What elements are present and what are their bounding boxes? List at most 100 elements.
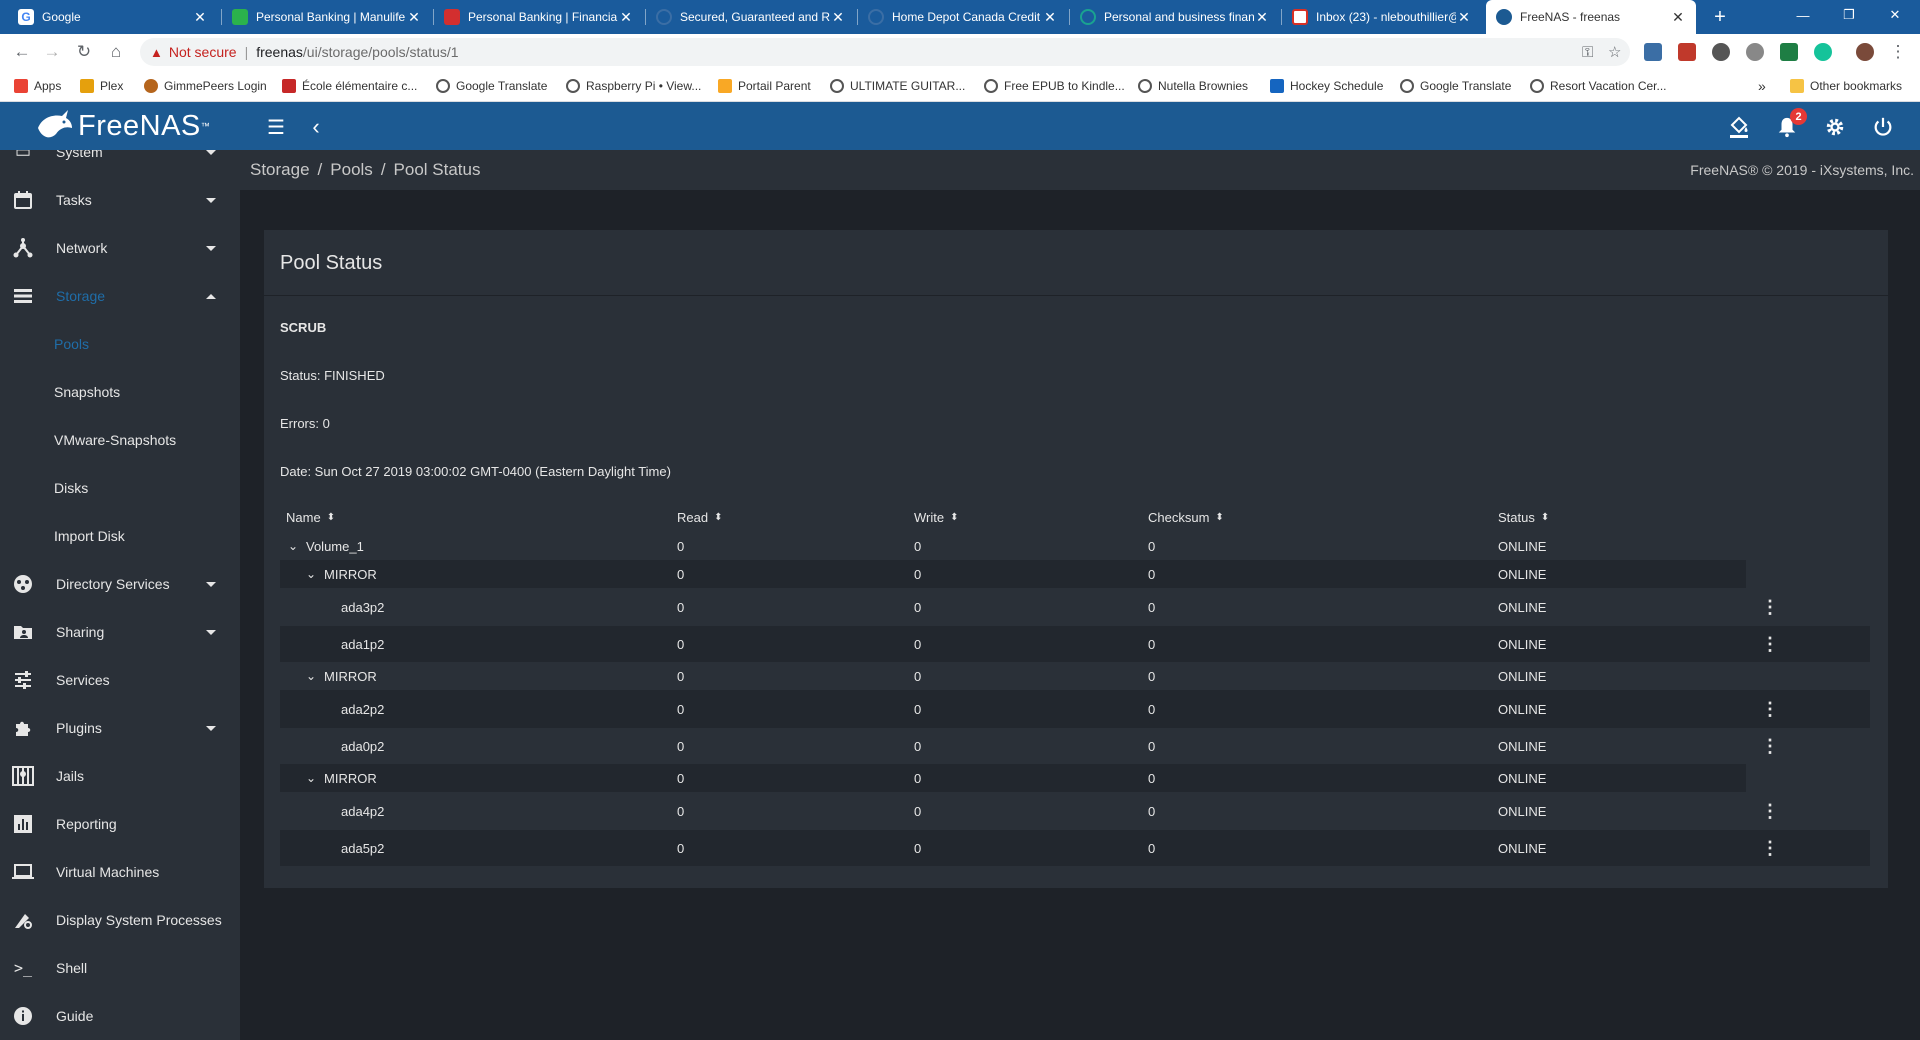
column-header-read[interactable]: Read ⬍ bbox=[677, 510, 722, 525]
sidebar-subitem-vmware-snapshots[interactable]: VMware-Snapshots bbox=[54, 416, 176, 464]
bookmark-apps[interactable]: Apps bbox=[14, 70, 61, 102]
bookmark-item[interactable]: Nutella Brownies bbox=[1138, 70, 1248, 102]
extension-icon[interactable] bbox=[1746, 43, 1764, 61]
column-header-checksum[interactable]: Checksum ⬍ bbox=[1148, 510, 1224, 525]
chevron-down-icon[interactable]: ⌄ bbox=[288, 539, 300, 553]
bookmark-item[interactable]: Google Translate bbox=[436, 70, 547, 102]
column-header-status[interactable]: Status ⬍ bbox=[1498, 510, 1549, 525]
freenas-logo[interactable]: FreeNAS ™ bbox=[34, 106, 210, 146]
more-vert-icon[interactable]: ⋮ bbox=[1760, 626, 1780, 662]
close-icon[interactable]: ✕ bbox=[830, 9, 846, 26]
restore-window-button[interactable]: ❐ bbox=[1826, 0, 1872, 30]
other-bookmarks[interactable]: Other bookmarks bbox=[1790, 70, 1902, 102]
table-row-disk[interactable]: ada3p2 0 0 0 ONLINE ⋮ bbox=[280, 588, 1870, 626]
sidebar-item-network[interactable]: Network bbox=[0, 224, 240, 272]
table-row-vdev[interactable]: ⌄ MIRROR 0 0 0 ONLINE bbox=[280, 764, 1746, 792]
bookmark-item[interactable]: Plex bbox=[80, 70, 123, 102]
table-row-disk[interactable]: ada2p2 0 0 0 ONLINE ⋮ bbox=[280, 690, 1870, 728]
bookmark-item[interactable]: Google Translate bbox=[1400, 70, 1511, 102]
bookmark-item[interactable]: Resort Vacation Cer... bbox=[1530, 70, 1667, 102]
bookmark-item[interactable]: École élémentaire c... bbox=[282, 70, 417, 102]
close-window-button[interactable]: ✕ bbox=[1872, 0, 1918, 30]
browser-tab[interactable]: Home Depot Canada Credit ✕ bbox=[858, 0, 1068, 34]
sidebar-subitem-pools[interactable]: Pools bbox=[54, 320, 89, 368]
star-bookmark-icon[interactable]: ☆ bbox=[1608, 38, 1621, 66]
bookmark-item[interactable]: Portail Parent bbox=[718, 70, 811, 102]
sidebar-item-plugins[interactable]: Plugins bbox=[0, 704, 240, 752]
minimize-window-button[interactable]: — bbox=[1780, 0, 1826, 30]
close-icon[interactable]: ✕ bbox=[192, 9, 208, 26]
sidebar-item-tasks[interactable]: Tasks bbox=[0, 176, 240, 224]
back-arrow-icon[interactable]: ← bbox=[10, 40, 34, 64]
security-label[interactable]: Not secure bbox=[169, 44, 237, 60]
bookmark-item[interactable]: Free EPUB to Kindle... bbox=[984, 70, 1125, 102]
sidebar-item-directory-services[interactable]: Directory Services bbox=[0, 560, 240, 608]
table-row-disk[interactable]: ada5p2 0 0 0 ONLINE ⋮ bbox=[280, 830, 1870, 866]
sidebar-item-services[interactable]: Services bbox=[0, 656, 240, 704]
profile-avatar-icon[interactable] bbox=[1856, 43, 1874, 61]
more-vert-icon[interactable]: ⋮ bbox=[1760, 588, 1780, 626]
close-icon[interactable]: ✕ bbox=[406, 9, 422, 26]
browser-tab[interactable]: Secured, Guaranteed and R ✕ bbox=[646, 0, 856, 34]
close-icon[interactable]: ✕ bbox=[1456, 9, 1472, 26]
browser-tab[interactable]: Personal Banking | Financial ✕ bbox=[434, 0, 644, 34]
gear-settings-icon[interactable] bbox=[1822, 114, 1848, 140]
breadcrumb-storage[interactable]: Storage bbox=[250, 160, 310, 180]
sidebar-item-reporting[interactable]: Reporting bbox=[0, 800, 240, 848]
table-row-disk[interactable]: ada0p2 0 0 0 ONLINE ⋮ bbox=[280, 728, 1870, 764]
sidebar-item-sharing[interactable]: Sharing bbox=[0, 608, 240, 656]
close-icon[interactable]: ✕ bbox=[1254, 9, 1270, 26]
chevron-down-icon[interactable]: ⌄ bbox=[306, 567, 318, 581]
grammarly-icon[interactable] bbox=[1814, 43, 1832, 61]
browser-tab[interactable]: G Google ✕ bbox=[8, 0, 218, 34]
close-icon[interactable]: ✕ bbox=[1670, 9, 1686, 26]
column-header-write[interactable]: Write ⬍ bbox=[914, 510, 959, 525]
extension-icon[interactable] bbox=[1678, 43, 1696, 61]
chevron-left-icon[interactable]: ‹ bbox=[303, 114, 329, 140]
reload-icon[interactable]: ↻ bbox=[72, 40, 96, 64]
browser-tab[interactable]: Personal Banking | Manulife ✕ bbox=[222, 0, 432, 34]
sidebar-item-storage[interactable]: Storage bbox=[0, 272, 240, 320]
table-row-vdev[interactable]: ⌄ MIRROR 0 0 0 ONLINE bbox=[280, 560, 1746, 588]
browser-tab[interactable]: Personal and business finan ✕ bbox=[1070, 0, 1280, 34]
home-icon[interactable]: ⌂ bbox=[104, 40, 128, 64]
sidebar-subitem-import-disk[interactable]: Import Disk bbox=[54, 512, 125, 560]
table-row-disk[interactable]: ada1p2 0 0 0 ONLINE ⋮ bbox=[280, 626, 1870, 662]
sidebar-item-system[interactable]: ▭ System bbox=[0, 150, 240, 176]
hamburger-menu-icon[interactable]: ☰ bbox=[263, 114, 289, 140]
more-vert-icon[interactable]: ⋮ bbox=[1886, 40, 1910, 64]
table-row-pool[interactable]: ⌄ Volume_1 0 0 0 ONLINE bbox=[280, 532, 1870, 560]
browser-tab-active[interactable]: FreeNAS - freenas ✕ bbox=[1486, 0, 1696, 34]
sidebar-subitem-disks[interactable]: Disks bbox=[54, 464, 88, 512]
more-vert-icon[interactable]: ⋮ bbox=[1760, 792, 1780, 830]
sidebar-item-virtual-machines[interactable]: Virtual Machines bbox=[0, 848, 240, 896]
sidebar-item-shell[interactable]: >_ Shell bbox=[0, 944, 240, 992]
forward-arrow-icon[interactable]: → bbox=[40, 40, 64, 64]
close-icon[interactable]: ✕ bbox=[1042, 9, 1058, 26]
chevron-down-icon[interactable]: ⌄ bbox=[306, 771, 318, 785]
table-row-vdev[interactable]: ⌄ MIRROR 0 0 0 ONLINE bbox=[280, 662, 1746, 690]
extension-icon[interactable] bbox=[1712, 43, 1730, 61]
close-icon[interactable]: ✕ bbox=[618, 9, 634, 26]
theme-bucket-icon[interactable] bbox=[1726, 114, 1752, 140]
address-bar[interactable]: ▲ Not secure | freenas/ui/storage/pools/… bbox=[140, 38, 1630, 66]
browser-tab[interactable]: Inbox (23) - nlebouthillier@ ✕ bbox=[1282, 0, 1482, 34]
bookmark-item[interactable]: ULTIMATE GUITAR... bbox=[830, 70, 965, 102]
bookmarks-overflow-button[interactable]: » bbox=[1758, 70, 1766, 102]
bookmark-item[interactable]: GimmePeers Login bbox=[144, 70, 267, 102]
bookmark-item[interactable]: Raspberry Pi • View... bbox=[566, 70, 701, 102]
more-vert-icon[interactable]: ⋮ bbox=[1760, 830, 1780, 866]
sidebar-subitem-snapshots[interactable]: Snapshots bbox=[54, 368, 120, 416]
extension-icon[interactable] bbox=[1644, 43, 1662, 61]
more-vert-icon[interactable]: ⋮ bbox=[1760, 690, 1780, 728]
extension-icon[interactable] bbox=[1780, 43, 1798, 61]
power-icon[interactable] bbox=[1870, 114, 1896, 140]
new-tab-button[interactable]: + bbox=[1706, 0, 1734, 34]
more-vert-icon[interactable]: ⋮ bbox=[1760, 728, 1780, 764]
table-row-disk[interactable]: ada4p2 0 0 0 ONLINE ⋮ bbox=[280, 792, 1870, 830]
column-header-name[interactable]: Name ⬍ bbox=[286, 510, 335, 525]
bookmark-item[interactable]: Hockey Schedule bbox=[1270, 70, 1383, 102]
sidebar-item-jails[interactable]: Jails bbox=[0, 752, 240, 800]
sidebar-item-display-system-processes[interactable]: Display System Processes bbox=[0, 896, 240, 944]
key-icon[interactable]: ⚿ bbox=[1582, 38, 1593, 66]
